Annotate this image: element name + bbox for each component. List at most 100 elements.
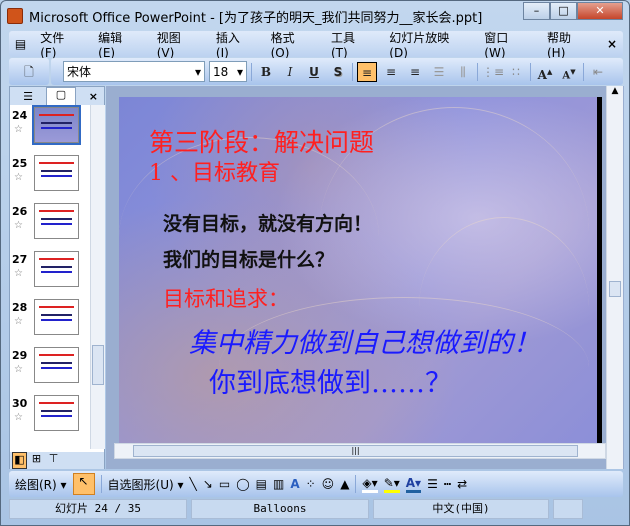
maximize-button[interactable]: □: [550, 2, 577, 20]
align-right-icon[interactable]: ≡: [405, 62, 425, 82]
font-color-icon[interactable]: A▾: [405, 476, 422, 493]
separator: [352, 62, 353, 81]
slide-thumbnail[interactable]: 26 ☆: [12, 203, 88, 247]
font-size-select[interactable]: 18 ▾: [209, 61, 247, 82]
slide-thumbnail[interactable]: 28 ☆: [12, 299, 88, 343]
shadow-button[interactable]: S: [328, 62, 348, 82]
animation-star-icon: ☆: [14, 412, 23, 423]
thumbnail-image: [32, 105, 81, 145]
autoshapes-menu-button[interactable]: 自选图形(U) ▾: [108, 476, 184, 493]
animation-star-icon: ☆: [14, 268, 23, 279]
menu-format[interactable]: 格式(O): [271, 29, 312, 60]
vertical-textbox-icon[interactable]: ▥: [273, 477, 284, 491]
menu-file[interactable]: 文件(F): [40, 29, 79, 60]
increase-font-icon[interactable]: A▲: [535, 62, 555, 82]
slide-thumbnail[interactable]: 25 ☆: [12, 155, 88, 199]
draw-menu-button[interactable]: 绘图(R) ▾: [15, 476, 67, 493]
scroll-up-icon[interactable]: ▲: [607, 86, 623, 96]
menu-tools[interactable]: 工具(T): [331, 29, 370, 60]
scroll-thumb[interactable]: [92, 345, 104, 385]
rectangle-icon[interactable]: ▭: [219, 477, 230, 491]
animation-star-icon: ☆: [14, 316, 23, 327]
wordart-icon[interactable]: A: [290, 477, 299, 491]
line-style-icon[interactable]: ☰: [427, 477, 438, 491]
menu-insert[interactable]: 插入(I): [216, 29, 252, 60]
line-color-icon[interactable]: ✎▾: [383, 476, 400, 493]
italic-button[interactable]: I: [280, 62, 300, 82]
arrow-icon[interactable]: ↘: [203, 477, 213, 491]
slide-sorter-icon[interactable]: ⊞: [29, 452, 44, 469]
diagram-icon[interactable]: ⁘: [306, 477, 316, 491]
decrease-font-icon[interactable]: A▼: [559, 62, 579, 82]
menu-edit[interactable]: 编辑(E): [98, 29, 138, 60]
outline-tab[interactable]: ☰: [10, 90, 46, 103]
align-center-icon[interactable]: ≡: [381, 62, 401, 82]
title-bar: Microsoft Office PowerPoint - [为了孩子的明天_我…: [7, 5, 482, 27]
align-left-icon[interactable]: ≡: [357, 61, 377, 82]
panel-close-button[interactable]: ×: [89, 90, 98, 103]
oval-icon[interactable]: ◯: [236, 477, 249, 491]
slide-thumbnail[interactable]: 27 ☆: [12, 251, 88, 295]
bullets-icon[interactable]: ∷: [506, 62, 526, 82]
separator: [583, 62, 584, 81]
menu-close-button[interactable]: ×: [607, 37, 617, 51]
distribute-icon[interactable]: ⫼: [453, 62, 473, 82]
menu-window[interactable]: 窗口(W): [484, 29, 528, 60]
status-slide-number: 幻灯片 24 / 35: [9, 499, 187, 519]
close-button[interactable]: ✕: [577, 2, 623, 20]
scroll-thumb[interactable]: |||: [133, 445, 578, 457]
drawing-toolbar: 绘图(R) ▾ ↖ 自选图形(U) ▾ ╲ ↘ ▭ ◯ ▤ ▥ A ⁘ ☺ ▲ …: [9, 471, 623, 497]
document-icon: ▤: [14, 37, 27, 51]
formatting-toolbar: 宋体 ▾ 18 ▾ B I U S ≡ ≡ ≡ ☰ ⫼ ⋮≡ ∷ A▲ A▼ ⇤: [51, 58, 623, 85]
line-icon[interactable]: ╲: [190, 477, 197, 491]
separator: [251, 62, 252, 81]
standard-toolbar: 🗋: [9, 58, 49, 85]
normal-view-icon[interactable]: ◧: [12, 452, 27, 469]
thumbnail-image: [34, 299, 79, 335]
menu-slideshow[interactable]: 幻灯片放映(D): [389, 29, 465, 60]
slides-tab[interactable]: ▢: [46, 87, 76, 105]
slide-vertical-scrollbar[interactable]: ▲: [606, 86, 623, 469]
thumbnail-image: [34, 395, 79, 431]
font-select[interactable]: 宋体 ▾: [63, 61, 205, 82]
slide-line-5: 你到底想做到……？: [209, 368, 452, 399]
bold-button[interactable]: B: [256, 62, 276, 82]
textbox-icon[interactable]: ▤: [256, 477, 267, 491]
picture-icon[interactable]: ▲: [340, 477, 349, 491]
slide-thumbnail[interactable]: 29 ☆: [12, 347, 88, 391]
menu-view[interactable]: 视图(V): [157, 29, 197, 60]
thumbnail-image: [34, 155, 79, 191]
scroll-thumb[interactable]: [609, 281, 621, 297]
autoshapes-label: 自选图形(U): [107, 477, 174, 492]
panel-scrollbar[interactable]: [90, 105, 105, 449]
thumbnail-image: [34, 347, 79, 383]
decrease-indent-icon[interactable]: ⇤: [588, 62, 608, 82]
slide-horizontal-scrollbar[interactable]: |||: [114, 443, 606, 459]
slide-thumbnail[interactable]: 24 ☆: [12, 105, 88, 151]
chevron-down-icon: ▾: [194, 64, 201, 79]
slide-number: 30: [12, 397, 28, 410]
slide-line-1: 没有目标，就没有方向！: [163, 213, 373, 235]
fill-color-icon[interactable]: ◈▾: [362, 476, 378, 493]
menu-help[interactable]: 帮助(H): [547, 29, 588, 60]
font-value: 宋体: [67, 65, 92, 79]
slide-title: 第三阶段：解决问题: [149, 128, 375, 157]
slide-canvas[interactable]: 第三阶段：解决问题 1 、目标教育 没有目标，就没有方向！ 我们的目标是什么？ …: [119, 97, 602, 443]
new-document-icon[interactable]: 🗋: [19, 62, 39, 82]
arrow-style-icon[interactable]: ⇄: [457, 477, 467, 491]
minimize-button[interactable]: –: [523, 2, 550, 20]
slideshow-icon[interactable]: ⊤: [46, 452, 61, 469]
separator: [530, 62, 531, 81]
slide-thumbnail[interactable]: 30 ☆: [12, 395, 88, 439]
underline-button[interactable]: U: [304, 62, 324, 82]
line-spacing-icon[interactable]: ☰: [429, 62, 449, 82]
status-bar: 幻灯片 24 / 35 Balloons 中文(中国): [9, 499, 623, 519]
animation-star-icon: ☆: [14, 364, 23, 375]
slide-line-4: 集中精力做到自己想做到的！: [189, 328, 540, 359]
numbering-icon[interactable]: ⋮≡: [482, 62, 504, 82]
clipart-icon[interactable]: ☺: [322, 477, 335, 491]
app-window: Microsoft Office PowerPoint - [为了孩子的明天_我…: [0, 0, 630, 526]
select-pointer-icon[interactable]: ↖: [72, 473, 95, 495]
slide-line-3: 目标和追求：: [163, 287, 289, 311]
dash-style-icon[interactable]: ┅: [444, 477, 451, 491]
